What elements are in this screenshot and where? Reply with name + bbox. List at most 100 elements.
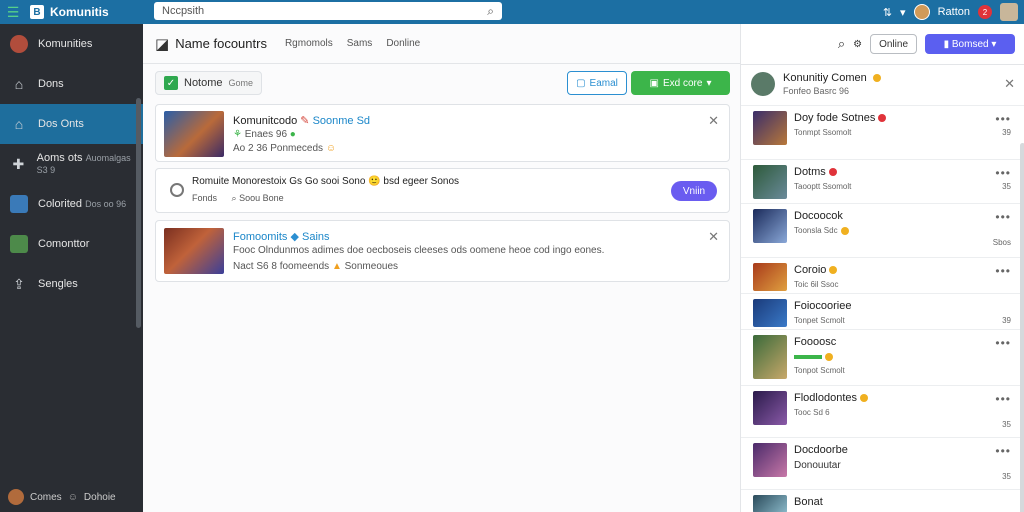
friends-panel-title-text: Konunitiy Comen	[783, 72, 867, 84]
friend-row[interactable]: Flodlodontes Tooc Sd 6 ••• 35	[741, 385, 1024, 437]
friend-row[interactable]: Coroio Toic 6il Ssoc •••	[741, 257, 1024, 293]
member-icon: ▮	[943, 38, 952, 50]
post-meta-text: Enaes 96	[244, 129, 288, 140]
friends-panel: Konunitiy Comen Fonfeo Basrc 96 ✕ Doy fo…	[741, 64, 1024, 512]
sidebar-item-dos-onts[interactable]: ⌂ Dos Onts	[0, 104, 143, 144]
chevron-down-icon: ▾	[988, 38, 997, 50]
menu-icon[interactable]: ☰	[0, 0, 26, 24]
join-button[interactable]: Vniin	[671, 181, 717, 201]
sidebar-item-comonttor[interactable]: Comonttor	[0, 224, 143, 264]
filter-icon[interactable]: ⚙	[853, 39, 862, 50]
user-group-icon: ⚘	[233, 129, 242, 140]
avatar-icon	[10, 35, 28, 53]
post-title-text[interactable]: Fomoomits	[233, 231, 287, 243]
post-card[interactable]: Komunitcodo ✎ Soonme Sd ⚘ Enaes 96 ● Ao …	[155, 104, 730, 162]
email-button[interactable]: ▢ Eamal	[567, 71, 627, 95]
friend-row[interactable]: Foooosc Tonpot Scmolt •••	[741, 329, 1024, 385]
sidebar-item-dons[interactable]: ⌂ Dons	[0, 64, 143, 104]
sidebar-scrollbar[interactable]	[136, 98, 141, 328]
right-panel-header: ⌕ ⚙ Online ▮ Bomsed ▾	[741, 24, 1024, 64]
pin-icon: ✎	[300, 115, 313, 127]
friend-sub: Taooptt Ssomolt	[794, 182, 852, 191]
notification-badge[interactable]: 2	[978, 5, 992, 19]
top-bar: ☰ B Komunitis Nccpsith ⌕ ⇅ ▾ Ratton 2	[0, 0, 1024, 24]
note-chip[interactable]: ✓ Notome Gome	[155, 71, 263, 95]
email-button-label: Eamal	[589, 77, 618, 89]
house-icon: ⌂	[14, 116, 24, 132]
search-icon[interactable]: ⌕	[487, 4, 494, 19]
star-icon	[872, 74, 881, 83]
footer-label-2[interactable]: Dohoie	[84, 492, 116, 503]
sidebar-item-colorited[interactable]: Colorited Dos oo 96	[0, 184, 143, 224]
friend-row[interactable]: Docdoorbe Donouutar ••• 35	[741, 437, 1024, 489]
post-meta-text: Nact S6 8 foomeends	[233, 261, 330, 272]
sidebar-item-label: Sengles	[38, 278, 78, 290]
sidebar-item-aoms[interactable]: ✚ Aoms ots Auomalgas S3 9	[0, 144, 143, 184]
more-icon[interactable]: •••	[995, 336, 1011, 350]
friend-name: Bonat	[794, 496, 823, 508]
sidebar-item-komunities[interactable]: Komunities	[0, 24, 143, 64]
search-input[interactable]: Nccpsith ⌕	[154, 2, 502, 20]
more-icon[interactable]: •••	[995, 264, 1011, 278]
close-icon[interactable]: ✕	[708, 229, 719, 245]
online-button[interactable]: Online	[870, 34, 917, 54]
user-name[interactable]: Ratton	[938, 6, 970, 18]
profile-avatar[interactable]	[1000, 3, 1018, 21]
post-line: Fooc Olndunmos adimes doe oecboseis clee…	[233, 245, 605, 256]
post-card[interactable]: Fomoomits ◆ Sains Fooc Olndunmos adimes …	[155, 220, 730, 282]
friends-panel-header: Konunitiy Comen Fonfeo Basrc 96 ✕	[741, 65, 1024, 103]
post-meta-text-2: Ao 2 36 Ponmeceds	[233, 143, 324, 154]
status-dot	[828, 168, 837, 177]
member-button[interactable]: ▮ Bomsed ▾	[925, 34, 1015, 54]
friend-sub: Tonmpt Ssomolt	[794, 128, 852, 137]
member-button-label: Bomsed	[951, 38, 989, 50]
status-dot	[878, 114, 887, 123]
more-icon[interactable]: •••	[995, 112, 1011, 126]
friend-avatar	[753, 165, 787, 199]
close-icon[interactable]: ✕	[1004, 76, 1015, 92]
tab-sams[interactable]: Sams	[347, 38, 373, 49]
footer-avatar[interactable]	[8, 489, 24, 505]
friend-row[interactable]: Docoocok Toonsla Sdc ••• Sbos	[741, 203, 1024, 257]
more-icon[interactable]: •••	[995, 210, 1011, 224]
post-title[interactable]: Komunitcodo ✎ Soonme Sd	[233, 114, 370, 127]
close-icon[interactable]: ✕	[708, 113, 719, 129]
more-icon[interactable]: •••	[995, 444, 1011, 458]
friend-sub: Tooc Sd 6	[794, 408, 830, 417]
post-title-link[interactable]: Sains	[302, 231, 330, 243]
check-icon[interactable]: ✓	[164, 76, 178, 90]
friend-sub: Tonpot Scmolt	[794, 366, 845, 375]
friend-count: Sbos	[992, 238, 1011, 247]
chevron-down-icon[interactable]: ▾	[900, 6, 906, 19]
post-thumbnail[interactable]	[164, 111, 224, 157]
footer-label-1[interactable]: Comes	[30, 492, 62, 503]
upload-icon: ⇪	[13, 275, 25, 292]
online-icon: ●	[289, 129, 296, 140]
create-button[interactable]: ▣ Exd core ▾	[631, 71, 730, 95]
post-title-link[interactable]: Soonme Sd	[313, 115, 370, 127]
post-thumbnail[interactable]	[164, 228, 224, 274]
friend-row[interactable]: Bonat	[741, 489, 1024, 512]
invite-text: Romuite Monorestoix Gs Go sooi Sono 🙂 bs…	[192, 176, 460, 187]
post-title[interactable]: Fomoomits ◆ Sains	[233, 230, 330, 243]
more-icon[interactable]: •••	[995, 166, 1011, 180]
friend-avatar	[753, 391, 787, 425]
right-panel-scrollbar[interactable]	[1020, 143, 1024, 512]
friend-row[interactable]: Dotms Taooptt Ssomolt ••• 35	[741, 159, 1024, 203]
chevron-down-icon: ▾	[706, 77, 712, 89]
more-icon[interactable]: •••	[995, 392, 1011, 406]
search-placeholder: Nccpsith	[162, 5, 205, 17]
note-sub: Gome	[228, 78, 254, 88]
friend-row[interactable]: Doy fode Sotnes Tonmpt Ssomolt ••• 39	[741, 105, 1024, 159]
home-icon: ⌂	[14, 76, 24, 92]
friend-row[interactable]: Foiocooriee Tonpet Scmolt 39	[741, 293, 1024, 329]
community-avatar[interactable]	[751, 72, 775, 96]
post-meta-2: Ao 2 36 Ponmeceds ☺	[233, 143, 336, 154]
tab-rgmomols[interactable]: Rgmomols	[285, 38, 333, 49]
sort-icon[interactable]: ⇅	[883, 6, 892, 19]
search-icon[interactable]: ⌕	[838, 36, 845, 52]
user-avatar[interactable]	[913, 4, 930, 20]
sidebar-item-sengles[interactable]: ⇪ Sengles	[0, 264, 143, 304]
friend-avatar	[753, 299, 787, 327]
tab-donline[interactable]: Donline	[386, 38, 420, 49]
